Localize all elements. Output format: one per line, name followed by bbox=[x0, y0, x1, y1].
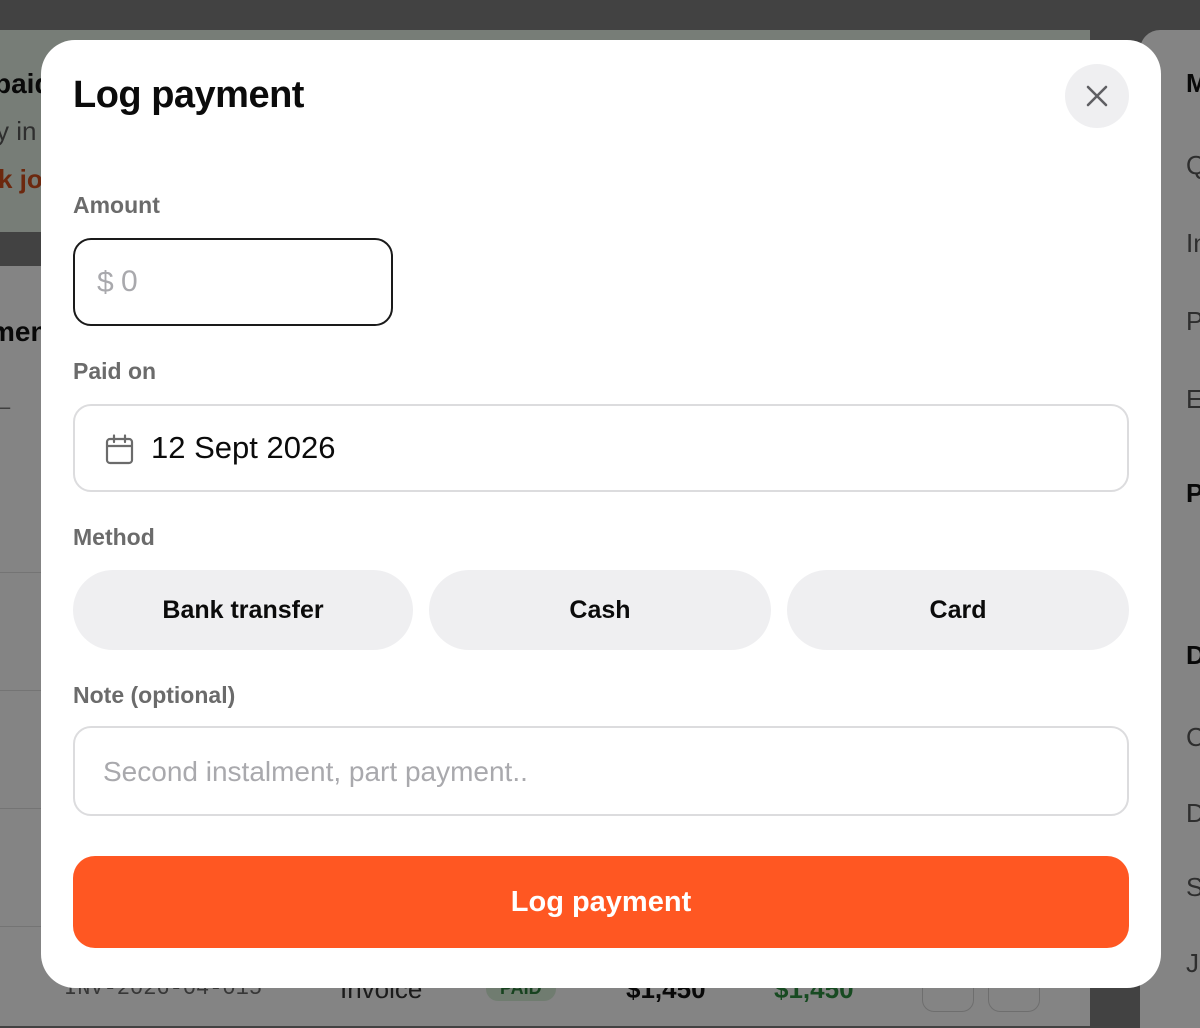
close-icon bbox=[1086, 85, 1108, 107]
calendar-icon bbox=[105, 434, 134, 465]
amount-label: Amount bbox=[73, 192, 160, 218]
currency-prefix: $ bbox=[97, 266, 114, 299]
method-bank-transfer-button[interactable]: Bank transfer bbox=[73, 570, 413, 650]
amount-input[interactable] bbox=[121, 254, 371, 310]
paid-on-date-picker[interactable]: 12 Sept 2026 bbox=[73, 404, 1129, 492]
note-input[interactable] bbox=[103, 744, 1103, 800]
note-field[interactable] bbox=[73, 726, 1129, 816]
log-payment-dialog: Log payment Amount $ Paid on 12 Sept 202… bbox=[41, 40, 1161, 988]
amount-field[interactable]: $ bbox=[73, 238, 393, 326]
paid-on-label: Paid on bbox=[73, 358, 157, 384]
method-label: Method bbox=[73, 524, 155, 550]
paid-on-value: 12 Sept 2026 bbox=[151, 430, 336, 465]
method-card-button[interactable]: Card bbox=[787, 570, 1129, 650]
method-cash-button[interactable]: Cash bbox=[429, 570, 771, 650]
close-button[interactable] bbox=[1065, 64, 1129, 128]
dialog-title: Log payment bbox=[73, 74, 304, 116]
note-label: Note (optional) bbox=[73, 682, 236, 708]
log-payment-submit-button[interactable]: Log payment bbox=[73, 856, 1129, 948]
